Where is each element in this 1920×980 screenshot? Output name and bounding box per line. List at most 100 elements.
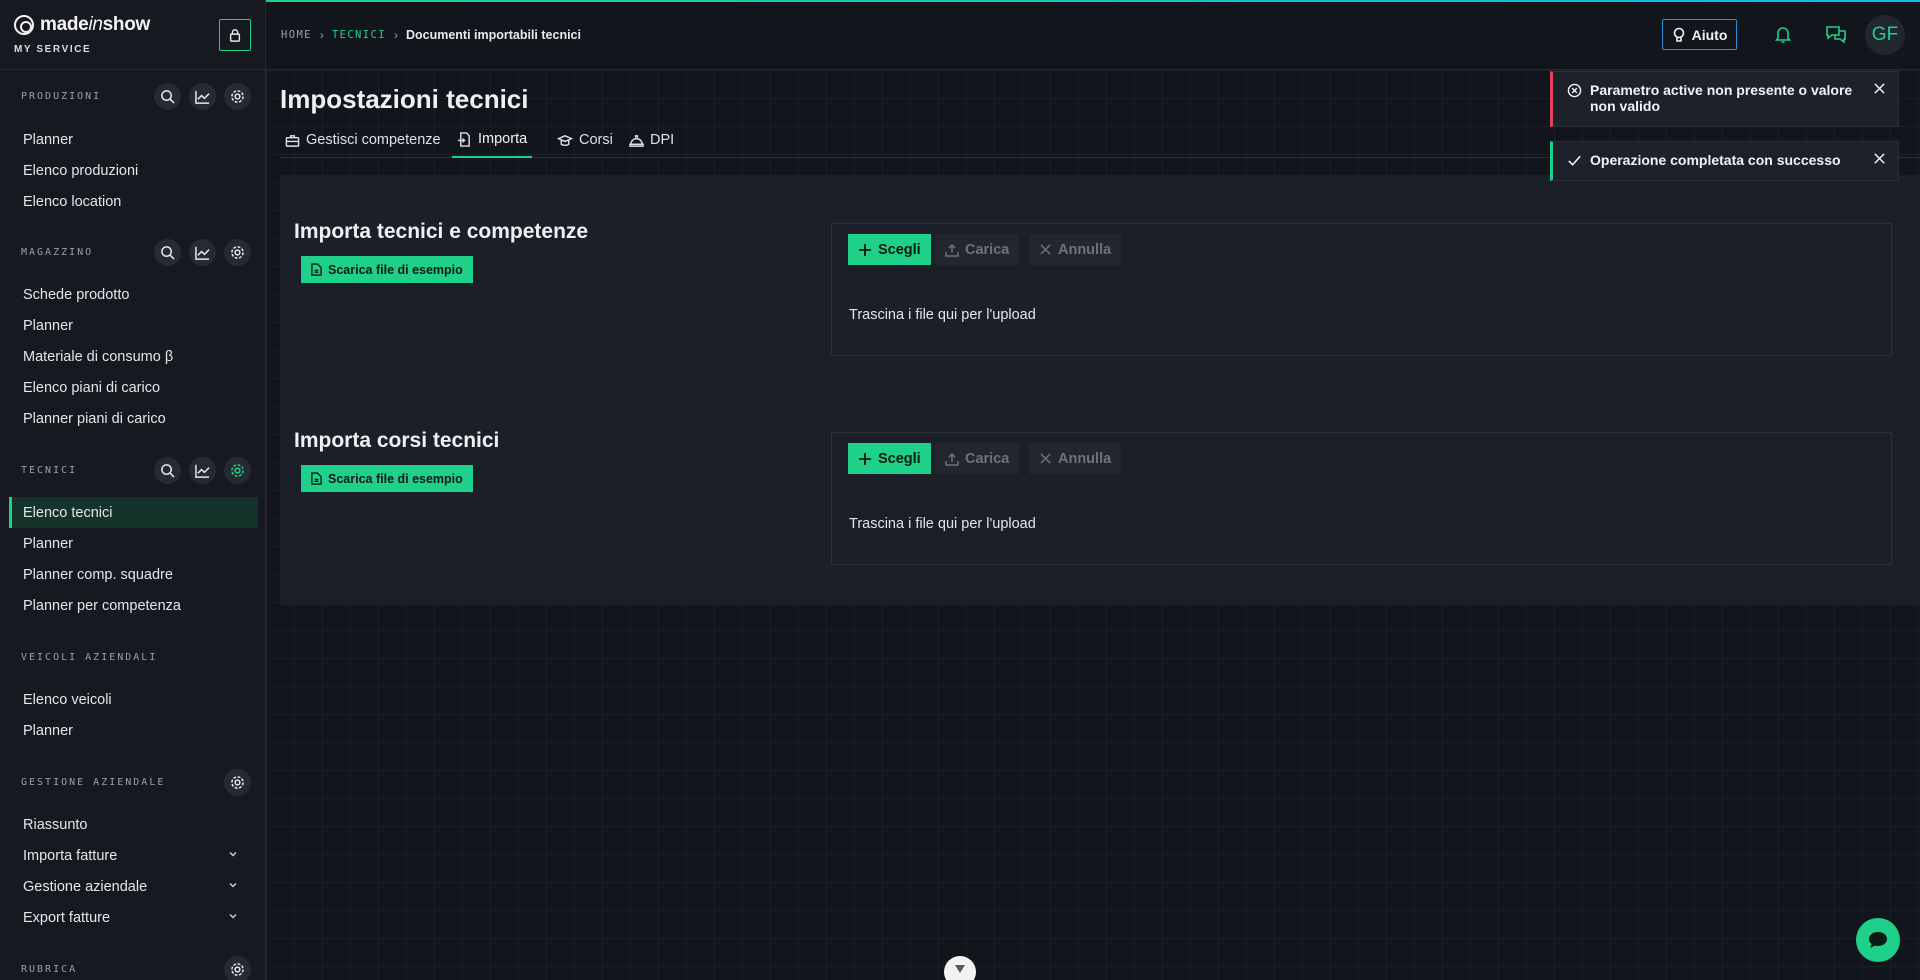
success-toast: Operazione completata con successo — [1550, 141, 1899, 181]
sidebar-item-riassunto[interactable]: Riassunto — [9, 809, 258, 840]
lock-sidebar-button[interactable] — [219, 19, 251, 51]
sidebar-item-planner[interactable]: Planner — [9, 528, 258, 559]
gear-icon[interactable] — [224, 83, 251, 110]
gear-icon[interactable] — [224, 956, 251, 980]
plus-icon — [859, 243, 871, 256]
breadcrumb-home[interactable]: HOME — [281, 29, 312, 41]
sidebar-item-elenco-veicoli[interactable]: Elenco veicoli — [9, 684, 258, 715]
sidebar-item-elenco-location[interactable]: Elenco location — [9, 186, 258, 217]
breadcrumb-current: Documenti importabili tecnici — [405, 28, 581, 42]
upload-button[interactable]: Carica — [935, 443, 1020, 474]
sidebar-item-planner[interactable]: Planner — [9, 124, 258, 155]
chart-trend-icon[interactable] — [189, 83, 216, 110]
choose-file-button[interactable]: Scegli — [848, 443, 931, 474]
brand-logo[interactable]: madeinshow — [14, 14, 150, 36]
cancel-label: Annulla — [1058, 450, 1112, 467]
download-label: Scarica file di esempio — [328, 262, 463, 277]
hard-hat-icon — [629, 134, 644, 147]
breadcrumb: HOME › TECNICI › Documenti importabili t… — [281, 28, 581, 42]
main-content: Impostazioni tecnici Gestisci competenze… — [266, 70, 1920, 980]
download-example-button[interactable]: Scarica file di esempio — [301, 256, 473, 283]
upload-button[interactable]: Carica — [935, 234, 1020, 265]
cancel-button[interactable]: Annulla — [1029, 443, 1122, 474]
upload-icon — [945, 452, 959, 466]
avatar[interactable]: GF — [1865, 15, 1905, 55]
error-circle-icon — [1567, 83, 1582, 98]
toast-message: Parametro active non presente o valore n… — [1590, 82, 1853, 114]
sidebar-item-schede-prodotto[interactable]: Schede prodotto — [9, 279, 258, 310]
sidebar-item-planner[interactable]: Planner — [9, 310, 258, 341]
bell-icon[interactable] — [1773, 24, 1793, 44]
section-magazzino: MAGAZZINO — [21, 239, 251, 266]
upload-label: Carica — [965, 450, 1010, 467]
file-icon — [311, 472, 322, 485]
file-upload-zone[interactable]: Scegli Carica Annulla Trascina i file qu… — [831, 432, 1892, 565]
sidebar-item-planner-comp-squadre[interactable]: Planner comp. squadre — [9, 559, 258, 590]
support-chat-button[interactable] — [1856, 918, 1900, 962]
help-bulb-icon — [1673, 27, 1684, 42]
sidebar-item-elenco-tecnici[interactable]: Elenco tecnici — [9, 497, 258, 528]
tab-label: Gestisci competenze — [306, 132, 441, 148]
help-button[interactable]: Aiuto — [1662, 19, 1737, 50]
toast-message: Operazione completata con successo — [1590, 152, 1841, 168]
choose-label: Scegli — [878, 450, 921, 467]
upload-icon — [945, 243, 959, 257]
tab-gestisci-competenze[interactable]: Gestisci competenze — [280, 122, 446, 158]
tab-dpi[interactable]: DPI — [624, 122, 679, 158]
scroll-down-handle[interactable] — [944, 956, 976, 980]
section-title: PRODUZIONI — [21, 91, 102, 102]
search-icon[interactable] — [154, 83, 181, 110]
tab-corsi[interactable]: Corsi — [552, 122, 618, 158]
lock-icon — [229, 29, 241, 42]
sidebar-item-label: Importa fatture — [23, 847, 118, 864]
sidebar-item-planner-piani-carico[interactable]: Planner piani di carico — [9, 403, 258, 434]
chevron-right-icon: › — [393, 28, 398, 42]
section-produzioni: PRODUZIONI — [21, 83, 251, 110]
upload-label: Carica — [965, 241, 1010, 258]
choose-file-button[interactable]: Scegli — [848, 234, 931, 265]
gear-icon[interactable] — [224, 457, 251, 484]
plus-icon — [859, 452, 871, 465]
section-title: GESTIONE AZIENDALE — [21, 777, 166, 788]
sidebar: madeinshow MY SERVICE PRODUZIONI Planner… — [0, 0, 266, 980]
sidebar-item-planner-per-competenza[interactable]: Planner per competenza — [9, 590, 258, 621]
drop-hint: Trascina i file qui per l'upload — [849, 307, 1036, 323]
chart-trend-icon[interactable] — [189, 457, 216, 484]
section-title: VEICOLI AZIENDALI — [21, 652, 158, 663]
download-example-button[interactable]: Scarica file di esempio — [301, 465, 473, 492]
sidebar-item-elenco-piani-carico[interactable]: Elenco piani di carico — [9, 372, 258, 403]
cancel-button[interactable]: Annulla — [1029, 234, 1122, 265]
section-tecnici: TECNICI — [21, 457, 251, 484]
tab-importa[interactable]: Importa — [452, 122, 533, 158]
gear-icon[interactable] — [224, 239, 251, 266]
import-title: Importa corsi tecnici — [294, 429, 500, 452]
section-title: TECNICI — [21, 465, 78, 476]
chevron-down-icon — [955, 965, 965, 973]
chevron-down-icon — [229, 851, 237, 857]
close-icon[interactable] — [1873, 152, 1886, 165]
import-panel: Importa tecnici e competenze Scarica fil… — [280, 175, 1920, 605]
sidebar-item-materiale-consumo[interactable]: Materiale di consumo β — [9, 341, 258, 372]
close-icon[interactable] — [1873, 82, 1886, 95]
top-header: HOME › TECNICI › Documenti importabili t… — [266, 2, 1920, 70]
close-icon — [1040, 453, 1051, 464]
sidebar-item-importa-fatture[interactable]: Importa fatture — [9, 840, 258, 871]
file-upload-zone[interactable]: Scegli Carica Annulla Trascina i file qu… — [831, 223, 1892, 356]
chat-icon[interactable] — [1825, 24, 1847, 44]
sidebar-item-planner[interactable]: Planner — [9, 715, 258, 746]
sidebar-item-gestione-aziendale[interactable]: Gestione aziendale — [9, 871, 258, 902]
search-icon[interactable] — [154, 457, 181, 484]
section-veicoli: VEICOLI AZIENDALI — [21, 652, 251, 663]
search-icon[interactable] — [154, 239, 181, 266]
breadcrumb-tecnici[interactable]: TECNICI — [332, 29, 386, 41]
chat-bubble-icon — [1869, 932, 1887, 948]
sidebar-item-export-fatture[interactable]: Export fatture — [9, 902, 258, 933]
chart-trend-icon[interactable] — [189, 239, 216, 266]
tab-label: DPI — [650, 132, 675, 148]
briefcase-icon — [285, 134, 300, 147]
sidebar-item-label: Export fatture — [23, 909, 111, 926]
gear-icon[interactable] — [224, 769, 251, 796]
file-icon — [311, 263, 322, 276]
sidebar-item-elenco-produzioni[interactable]: Elenco produzioni — [9, 155, 258, 186]
section-title: RUBRICA — [21, 964, 78, 975]
